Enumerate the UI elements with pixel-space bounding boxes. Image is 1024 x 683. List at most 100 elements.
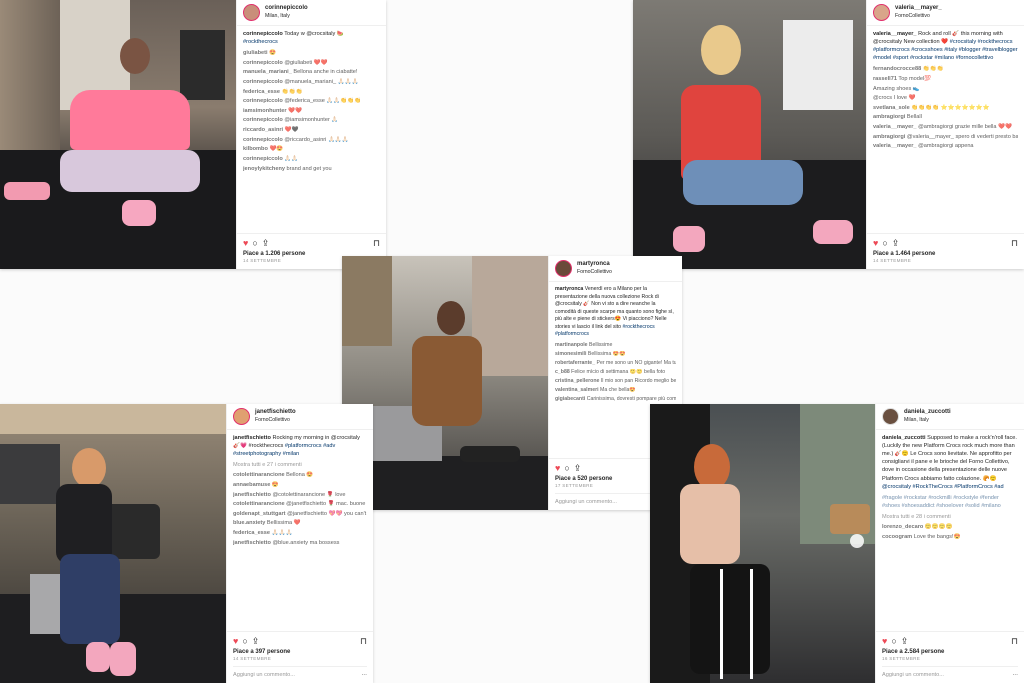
caption-username[interactable]: valeria__mayer_ <box>873 31 917 37</box>
add-comment-field[interactable]: Aggiungi un commento... ··· <box>882 665 1018 679</box>
comment-icon[interactable]: ○ <box>564 463 569 473</box>
share-icon[interactable]: ⇪ <box>574 463 582 473</box>
comment-username[interactable]: valeria__mayer_ <box>873 124 917 130</box>
comment-username[interactable]: lorenzo_decaro <box>882 524 923 530</box>
comment-username[interactable]: manuela_mariani_ <box>243 69 292 75</box>
comment-item: goldenapt_stuttgart @janetfischietto 💖💖 … <box>233 510 367 518</box>
caption-hashtags[interactable]: #rockthecrocs <box>243 39 278 45</box>
comment-username[interactable]: giuliabeti <box>243 50 268 56</box>
comment-item: ambragiorgi Bellall <box>873 113 1018 121</box>
caption-username[interactable]: janetfischietto <box>233 435 271 441</box>
share-icon[interactable]: ⇪ <box>252 636 260 646</box>
comment-username[interactable]: riccardo_asinri <box>243 127 283 133</box>
comment-username[interactable]: valeria__mayer_ <box>873 143 917 149</box>
avatar[interactable] <box>233 408 250 425</box>
comment-username[interactable]: goldenapt_stuttgart <box>233 511 286 517</box>
comment-username[interactable]: ambragiorgi <box>873 114 905 120</box>
comment-username[interactable]: corinnepiccolo <box>243 156 283 162</box>
comment-username[interactable]: simonesimili <box>555 351 586 357</box>
post-location[interactable]: FornoCollettivo <box>255 417 296 425</box>
comment-username[interactable]: kilbombo <box>243 146 268 152</box>
share-icon[interactable]: ⇪ <box>901 636 909 646</box>
comment-username[interactable]: janetfischietto <box>233 540 271 546</box>
comment-username[interactable]: gigiabecanti <box>555 396 585 402</box>
avatar[interactable] <box>243 4 260 21</box>
comment-username[interactable]: cotolettinarancione <box>233 472 285 478</box>
comment-username[interactable]: c_b88 <box>555 369 570 375</box>
comment-username[interactable]: martinanpole <box>555 342 588 348</box>
bookmark-icon[interactable]: ⊓ <box>373 238 380 248</box>
comment-username[interactable]: corinnepiccolo <box>243 137 283 143</box>
show-all-comments-link[interactable]: Mostra tutti e 27 i commenti <box>233 461 367 469</box>
likes-count[interactable]: Piace a 1.464 persone <box>873 250 1018 259</box>
share-icon[interactable]: ⇪ <box>892 238 900 248</box>
comment-list: cotolettinarancione Bellona 😍 annaebamuse… <box>233 471 367 546</box>
heart-icon[interactable]: ♥ <box>873 238 878 248</box>
share-icon[interactable]: ⇪ <box>262 238 270 248</box>
add-comment-field[interactable]: Aggiungi un commento... ··· <box>233 665 367 679</box>
comment-username[interactable]: robertaferrante_ <box>555 360 595 366</box>
post-location[interactable]: FornoCollettivo <box>577 269 612 277</box>
comment-username[interactable]: ambragiorgi <box>873 134 905 140</box>
bookmark-icon[interactable]: ⊓ <box>1011 238 1018 248</box>
comment-username[interactable]: fernandocrocce88 <box>873 66 921 72</box>
avatar[interactable] <box>882 408 899 425</box>
comment-item: cocoogram Love the bangs!😍 <box>882 533 1018 541</box>
heart-icon[interactable]: ♥ <box>882 636 887 646</box>
likes-count[interactable]: Piace a 397 persone <box>233 648 367 657</box>
avatar[interactable] <box>873 4 890 21</box>
heart-icon[interactable]: ♥ <box>555 463 560 473</box>
post-location[interactable]: FornoCollettivo <box>895 13 942 21</box>
comment-username[interactable]: corinnepiccolo <box>243 98 283 104</box>
comment-username[interactable]: svetlana_sole <box>873 105 910 111</box>
more-options-icon[interactable]: ··· <box>1012 671 1018 679</box>
show-all-comments-link[interactable]: Mostra tutti e 28 i commenti <box>882 513 1018 521</box>
caption-username[interactable]: daniela_zuccotti <box>882 435 926 441</box>
post-location[interactable]: Milan, Italy <box>904 417 951 425</box>
comment-username[interactable]: federica_esse <box>233 530 270 536</box>
comment-icon[interactable]: ○ <box>252 238 257 248</box>
comment-username[interactable]: corinnepiccolo <box>243 117 283 123</box>
post-photo[interactable] <box>0 0 236 269</box>
caption-username[interactable]: corinnepiccolo <box>243 31 283 37</box>
comment-username[interactable]: annaebamuse <box>233 482 270 488</box>
comment-username[interactable]: jenoylykitcheny <box>243 166 285 172</box>
more-options-icon[interactable]: ··· <box>361 671 367 679</box>
comment-username[interactable]: janetfischietto <box>233 492 271 498</box>
add-comment-placeholder[interactable]: Aggiungi un commento... <box>233 671 295 679</box>
comment-username[interactable]: iamsimonhunter <box>243 108 287 114</box>
comment-icon[interactable]: ○ <box>882 238 887 248</box>
comment-username[interactable]: cotolettinarancione <box>233 501 285 507</box>
post-username[interactable]: janetfischietto <box>255 408 296 417</box>
comment-username[interactable]: blue.anxiety <box>233 520 265 526</box>
caption-hashtags-extra[interactable]: #fragole #rockstar #rockmilli #rockstyle… <box>882 494 1018 510</box>
add-comment-placeholder[interactable]: Aggiungi un commento... <box>882 671 944 679</box>
post-username[interactable]: valeria__mayer_ <box>895 4 942 13</box>
comment-icon[interactable]: ○ <box>891 636 896 646</box>
post-photo[interactable] <box>0 404 226 683</box>
comment-username[interactable]: cocoogram <box>882 534 912 540</box>
comment-username[interactable]: rassell71 <box>873 76 897 82</box>
comment-username[interactable]: corinnepiccolo <box>243 60 283 66</box>
post-photo[interactable] <box>633 0 866 269</box>
caption-hashtags[interactable]: @crocsitaly #RockTheCrocs #PlatformCrocs… <box>882 484 1004 490</box>
heart-icon[interactable]: ♥ <box>233 636 238 646</box>
comment-username[interactable]: corinnepiccolo <box>243 79 283 85</box>
post-username[interactable]: corinnepiccolo <box>265 4 308 13</box>
add-comment-placeholder[interactable]: Aggiungi un commento... <box>555 498 617 506</box>
bookmark-icon[interactable]: ⊓ <box>360 636 367 646</box>
comment-list: giuliabeti 😍 corinnepiccolo @giuliabeti ❤… <box>243 49 380 172</box>
avatar[interactable] <box>555 260 572 277</box>
comment-icon[interactable]: ○ <box>242 636 247 646</box>
heart-icon[interactable]: ♥ <box>243 238 248 248</box>
comment-username[interactable]: cristina_pellerone <box>555 378 599 384</box>
bookmark-icon[interactable]: ⊓ <box>1011 636 1018 646</box>
post-photo[interactable] <box>650 404 875 683</box>
comment-username[interactable]: valentina_salmeri <box>555 387 599 393</box>
post-location[interactable]: Milan, Italy <box>265 13 308 21</box>
comment-username[interactable]: federica_esse <box>243 89 280 95</box>
post-username[interactable]: daniela_zuccotti <box>904 408 951 417</box>
caption-username[interactable]: martyronca <box>555 286 583 292</box>
likes-count[interactable]: Piace a 2.584 persone <box>882 648 1018 657</box>
post-username[interactable]: martyronca <box>577 260 612 269</box>
